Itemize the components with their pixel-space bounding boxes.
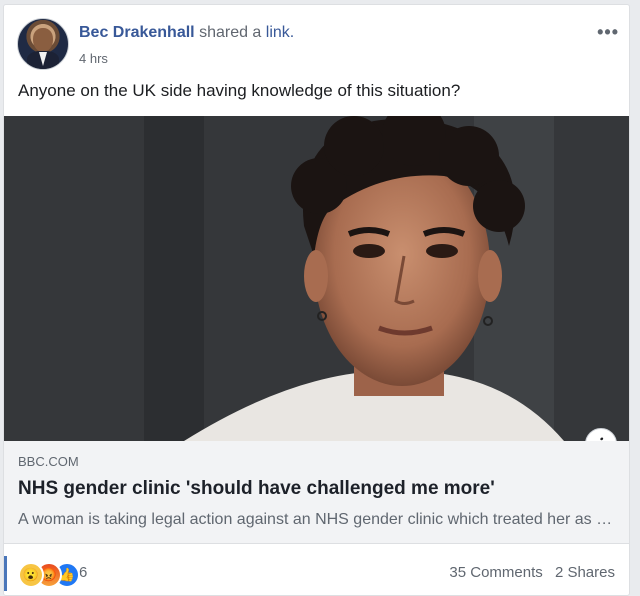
link-preview[interactable]: BBC.COM NHS gender clinic 'should have c… [4, 441, 629, 544]
post-text: Anyone on the UK side having knowledge o… [18, 81, 461, 100]
link-domain: BBC.COM [18, 454, 79, 469]
avatar[interactable] [17, 18, 69, 70]
shares-count[interactable]: 2 Shares [555, 564, 615, 581]
engagement-counts: 35 Comments 2 Shares [441, 564, 615, 581]
reaction-count[interactable]: 6 [79, 564, 87, 581]
shared-link[interactable]: link. [266, 24, 294, 41]
link-description: A woman is taking legal action against a… [18, 511, 614, 528]
link-headline[interactable]: NHS gender clinic 'should have challenge… [18, 478, 495, 500]
shared-text: shared a [199, 24, 262, 41]
post-attribution: Bec Drakenhall shared a link. [79, 24, 294, 42]
post-header: Bec Drakenhall shared a link. 4 hrs ••• [17, 18, 629, 70]
post-footer: 😮 😡 👍 6 35 Comments 2 Shares [4, 544, 629, 595]
post-card: Bec Drakenhall shared a link. 4 hrs ••• … [3, 4, 630, 596]
portrait-image [4, 116, 629, 441]
wow-icon: 😮 [18, 562, 44, 588]
link-preview-image[interactable] [4, 116, 629, 441]
author-name[interactable]: Bec Drakenhall [79, 24, 195, 41]
more-options-icon[interactable]: ••• [597, 22, 619, 43]
timestamp[interactable]: 4 hrs [79, 51, 108, 66]
focus-indicator [4, 556, 7, 591]
comments-count[interactable]: 35 Comments [449, 564, 542, 581]
